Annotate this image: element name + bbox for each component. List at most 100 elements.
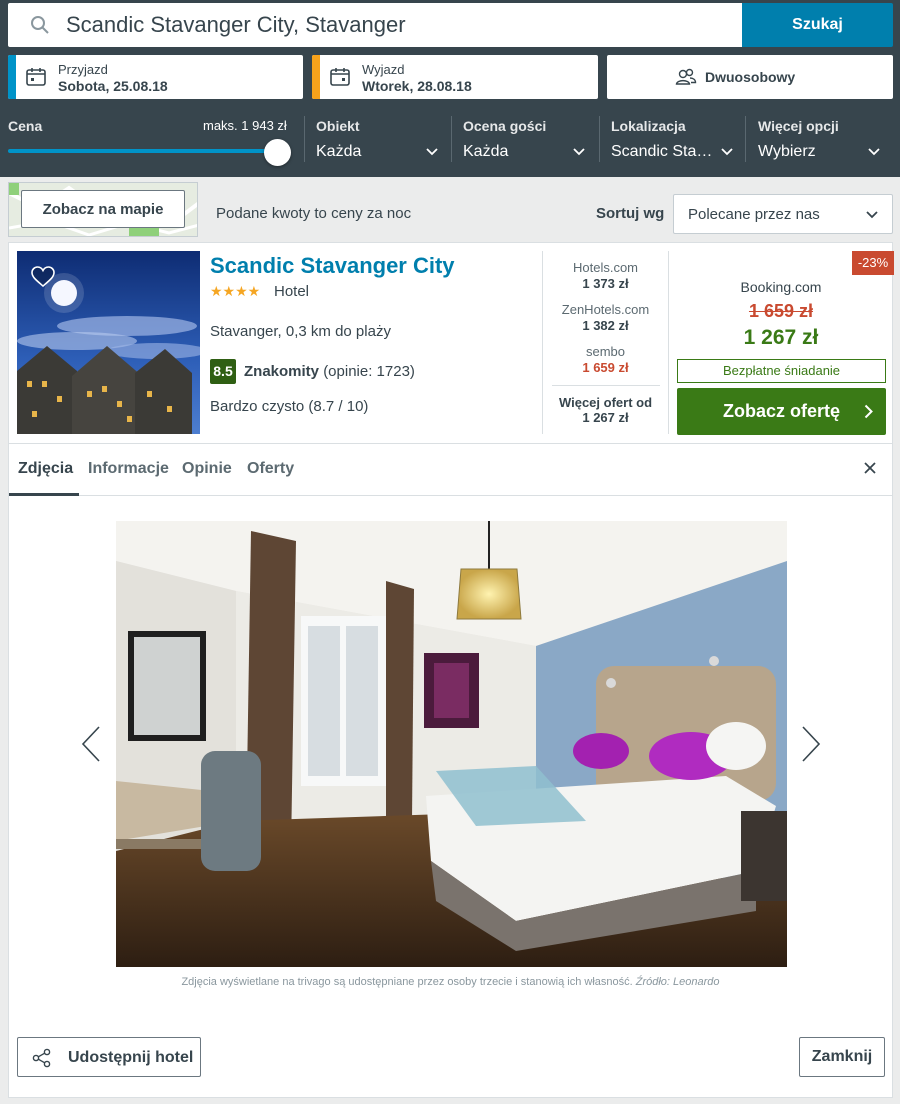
view-deal-label: Zobacz ofertę <box>722 401 841 421</box>
checkout-date-field[interactable]: Wyjazd Wtorek, 28.08.18 <box>312 55 598 99</box>
price-slider-handle[interactable] <box>264 139 291 166</box>
checkin-accent-bar <box>8 55 16 99</box>
rating-count: (opinie: 1723) <box>323 363 415 380</box>
location-label: Lokalizacja <box>611 118 686 134</box>
search-icon <box>31 16 49 34</box>
view-on-map-button[interactable]: Zobacz na mapie <box>21 190 185 228</box>
location-filter[interactable]: Lokalizacja Scandic Sta… <box>611 110 735 170</box>
object-type-filter[interactable]: Obiekt Każda <box>316 110 440 170</box>
free-breakfast-badge: Bezpłatne śniadanie <box>677 359 886 383</box>
search-button[interactable]: Szukaj <box>742 3 893 47</box>
hotel-room-photo <box>116 521 787 967</box>
hotel-thumbnail[interactable] <box>17 251 200 434</box>
users-icon <box>675 68 697 85</box>
close-button[interactable]: Zamknij <box>799 1037 885 1077</box>
room-type-selector[interactable]: Dwuosobowy <box>607 55 893 99</box>
tab-offers[interactable]: Oferty <box>247 460 294 478</box>
chevron-down-icon <box>573 148 585 156</box>
heart-icon[interactable] <box>31 266 55 288</box>
deal-item[interactable]: ZenHotels.com 1 382 zł <box>543 302 668 333</box>
hotel-location[interactable]: Stavanger, 0,3 km do plaży <box>210 323 391 340</box>
old-price: 1 659 zł <box>748 301 814 321</box>
deal-divider <box>552 385 660 386</box>
tab-reviews[interactable]: Opinie <box>182 460 232 478</box>
deal-price: 1 382 zł <box>582 318 629 333</box>
deal-price: 1 659 zł <box>582 360 629 375</box>
share-hotel-button[interactable]: Udostępnij hotel <box>17 1037 201 1077</box>
deal-site: Hotels.com <box>572 260 639 275</box>
deal-item[interactable]: Hotels.com 1 373 zł <box>543 260 668 291</box>
chevron-right-icon <box>864 404 873 419</box>
star-rating: ★★★★ <box>210 283 261 299</box>
discount-badge: -23% <box>852 251 894 275</box>
cleanliness-rating: Bardzo czysto (8.7 / 10) <box>210 398 369 415</box>
deal-item[interactable]: sembo 1 659 zł <box>543 344 668 375</box>
price-slider-track[interactable] <box>8 149 278 153</box>
price-note: Podane kwoty to ceny za noc <box>216 205 412 222</box>
photo-credit-text: Zdjęcia wyświetlane na trivago są udostę… <box>181 976 633 988</box>
sort-label: Sortuj wg <box>596 205 665 222</box>
active-tab-indicator <box>9 493 79 496</box>
deal-price: 1 373 zł <box>582 276 629 291</box>
guest-rating-label: Ocena gości <box>463 118 547 134</box>
chevron-down-icon <box>426 148 438 156</box>
sort-select[interactable]: Polecane przez nas <box>673 194 893 234</box>
room-type-value: Dwuosobowy <box>705 69 796 85</box>
price-max-value: maks. 1 943 zł <box>203 118 287 133</box>
chevron-down-icon <box>868 148 880 156</box>
chevron-down-icon <box>721 148 733 156</box>
calendar-icon <box>26 68 46 86</box>
photo-credit: Zdjęcia wyświetlane na trivago są udostę… <box>9 976 892 988</box>
share-hotel-label: Udostępnij hotel <box>68 1049 194 1066</box>
sort-select-value: Polecane przez nas <box>688 206 820 223</box>
checkout-accent-bar <box>312 55 320 99</box>
location-value: Scandic Sta… <box>611 143 713 160</box>
checkout-label: Wyjazd <box>362 62 405 77</box>
close-icon[interactable] <box>862 460 878 476</box>
object-type-label: Obiekt <box>316 118 360 134</box>
tab-info[interactable]: Informacje <box>88 460 169 478</box>
more-offers-label: Więcej ofert od <box>558 395 653 410</box>
share-icon <box>32 1048 51 1068</box>
more-options-filter[interactable]: Więcej opcji Wybierz <box>758 110 884 170</box>
checkout-value: Wtorek, 28.08.18 <box>362 78 472 94</box>
tab-photos[interactable]: Zdjęcia <box>18 460 73 478</box>
view-deal-button[interactable]: Zobacz ofertę <box>677 388 886 435</box>
detail-tabs: Zdjęcia Informacje Opinie Oferty <box>9 444 892 496</box>
filter-divider <box>451 116 452 162</box>
photo-credit-source: Źródło: Leonardo <box>635 976 720 988</box>
best-deal-site: Booking.com <box>740 279 822 295</box>
more-options-label: Więcej opcji <box>758 118 839 134</box>
rating-summary[interactable]: Znakomity (opinie: 1723) <box>244 363 415 380</box>
previous-photo-arrow[interactable] <box>81 725 101 763</box>
filter-divider <box>599 116 600 162</box>
hotel-type: Hotel <box>274 283 310 300</box>
gallery-photo[interactable] <box>116 521 787 967</box>
hotel-name[interactable]: Scandic Stavanger City <box>210 253 455 279</box>
search-box[interactable] <box>8 3 742 47</box>
more-options-value: Wybierz <box>758 143 816 160</box>
hotel-card: Scandic Stavanger City ★★★★ Hotel Stavan… <box>8 242 894 1098</box>
best-price: 1 267 zł <box>743 326 819 349</box>
object-type-value: Każda <box>316 143 362 160</box>
map-thumbnail[interactable]: Zobacz na mapie <box>8 182 198 237</box>
filter-divider <box>745 116 746 162</box>
next-photo-arrow[interactable] <box>801 725 821 763</box>
rating-score-badge: 8.5 <box>210 359 236 384</box>
more-offers-link[interactable]: Więcej ofert od 1 267 zł <box>543 395 668 425</box>
deal-site: sembo <box>585 344 626 359</box>
search-header: Szukaj Przyjazd Sobota, 25.08.18 Wyjazd … <box>0 0 900 177</box>
price-filter-label: Cena <box>8 118 43 134</box>
rating-word: Znakomity <box>244 363 320 380</box>
guest-rating-filter[interactable]: Ocena gości Każda <box>463 110 587 170</box>
filter-divider <box>304 116 305 162</box>
search-input[interactable] <box>66 9 726 41</box>
more-offers-price: 1 267 zł <box>582 410 629 425</box>
guest-rating-value: Każda <box>463 143 509 160</box>
checkin-date-field[interactable]: Przyjazd Sobota, 25.08.18 <box>8 55 303 99</box>
deal-site: ZenHotels.com <box>561 302 650 317</box>
chevron-down-icon <box>866 211 878 219</box>
calendar-icon <box>330 68 350 86</box>
checkin-value: Sobota, 25.08.18 <box>58 78 168 94</box>
column-divider <box>668 251 669 434</box>
